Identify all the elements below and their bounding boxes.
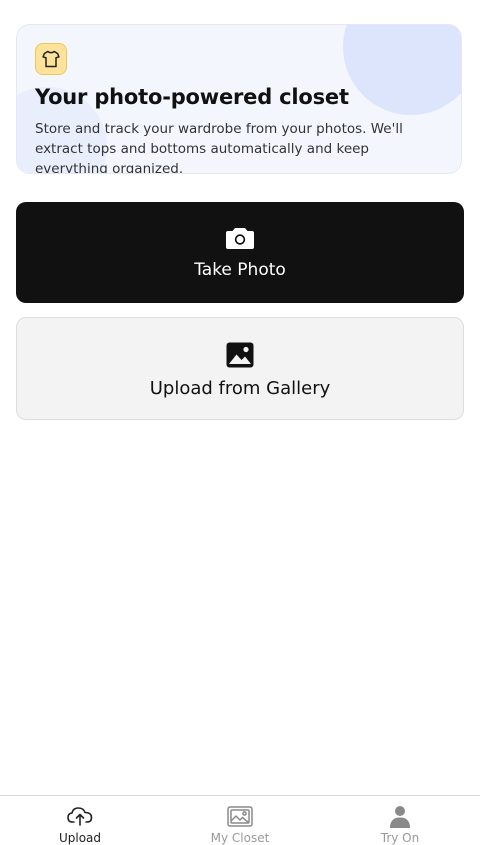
upload-from-gallery-label: Upload from Gallery bbox=[149, 378, 331, 399]
tab-try-on[interactable]: Try On bbox=[320, 796, 480, 845]
tab-label-my-closet: My Closet bbox=[210, 831, 270, 845]
tab-my-closet[interactable]: My Closet bbox=[160, 796, 320, 845]
tab-upload[interactable]: Upload bbox=[0, 796, 160, 845]
decorative-circle bbox=[343, 25, 461, 115]
take-photo-button[interactable]: Take Photo bbox=[16, 202, 464, 303]
take-photo-label: Take Photo bbox=[194, 260, 286, 280]
tshirt-icon bbox=[35, 43, 67, 75]
hero-card: Your photo-powered closet Store and trac… bbox=[16, 24, 462, 174]
image-icon bbox=[226, 341, 254, 369]
upload-cloud-icon bbox=[66, 804, 94, 828]
hero-description: Store and track your wardrobe from your … bbox=[35, 121, 403, 174]
upload-from-gallery-button[interactable]: Upload from Gallery bbox=[16, 317, 464, 420]
tab-label-try-on: Try On bbox=[380, 831, 420, 845]
camera-icon bbox=[225, 224, 255, 252]
images-icon bbox=[226, 804, 254, 828]
bottom-tab-bar: Upload My Closet Try On bbox=[0, 795, 480, 845]
hero-title: Your photo-powered closet bbox=[35, 85, 349, 109]
person-icon bbox=[388, 804, 412, 828]
tab-label-upload: Upload bbox=[58, 831, 102, 845]
